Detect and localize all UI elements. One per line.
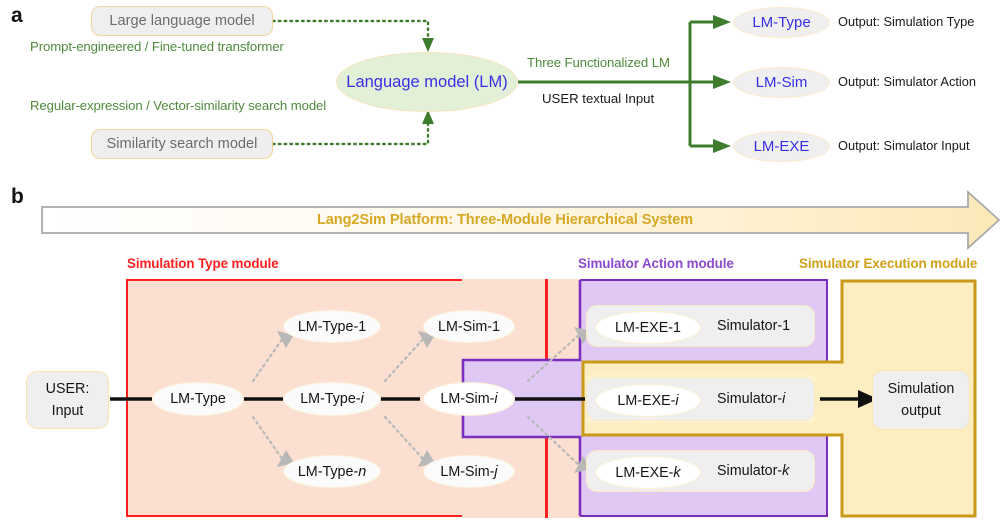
node-label: LM-Type-n [297, 463, 367, 480]
exe-row-i[interactable]: LM-EXE-i Simulator-i [586, 377, 815, 421]
simulator-name-1: Simulator-1 [717, 318, 791, 334]
simulator-name-k: Simulator-k [717, 463, 790, 479]
node-lm-exe-i[interactable]: LM-EXE-i [595, 384, 701, 417]
figure-canvas: a Large language model Similarity search… [0, 0, 1000, 529]
user-input-line2: Input [51, 403, 84, 419]
simulation-output-box[interactable]: Simulation output [872, 370, 970, 430]
node-lm-exe-k[interactable]: LM-EXE-k [595, 456, 701, 489]
panel-b-branch-arrows [251, 327, 591, 473]
simulation-output-line1: Simulation [887, 380, 955, 397]
node-label: LM-Type-1 [297, 318, 367, 335]
node-label: LM-Type-i [300, 391, 364, 407]
simulator-name-i: Simulator-i [717, 391, 786, 407]
node-label: LM-EXE-1 [615, 319, 681, 336]
node-lm-exe-1[interactable]: LM-EXE-1 [595, 311, 701, 344]
node-label: LM-Type [170, 391, 226, 407]
node-lm-type-root[interactable]: LM-Type [152, 382, 244, 416]
user-input-line1: USER: [45, 380, 90, 397]
node-lm-type-1[interactable]: LM-Type-1 [283, 310, 381, 343]
node-lm-sim-j[interactable]: LM-Sim-j [423, 455, 515, 488]
node-label: LM-Sim-1 [438, 318, 500, 335]
node-lm-type-i[interactable]: LM-Type-i [283, 382, 381, 416]
node-label: LM-Sim-i [440, 391, 498, 407]
user-input-box[interactable]: USER: Input [26, 371, 109, 429]
exe-row-k[interactable]: LM-EXE-k Simulator-k [586, 450, 815, 492]
node-label: LM-Sim-j [440, 463, 498, 480]
node-lm-type-n[interactable]: LM-Type-n [283, 455, 381, 488]
node-lm-sim-i[interactable]: LM-Sim-i [423, 382, 515, 416]
node-lm-sim-1[interactable]: LM-Sim-1 [423, 310, 515, 343]
node-label: LM-EXE-k [615, 464, 681, 481]
node-label: LM-EXE-i [617, 392, 679, 409]
exe-row-1[interactable]: LM-EXE-1 Simulator-1 [586, 305, 815, 347]
simulation-output-line2: output [901, 403, 941, 419]
